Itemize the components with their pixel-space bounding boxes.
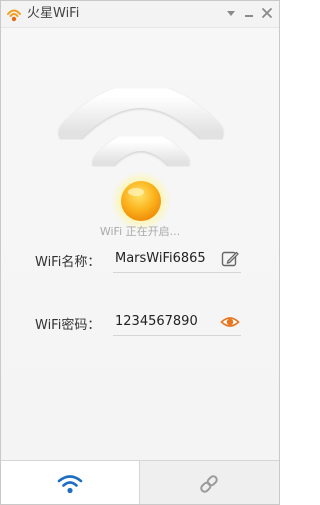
minimize-icon[interactable] (241, 5, 257, 21)
close-icon[interactable] (259, 5, 275, 21)
edit-icon[interactable] (220, 249, 240, 269)
dropdown-icon[interactable] (223, 5, 239, 21)
tab-link[interactable] (140, 461, 279, 504)
mars-wifi-logo-icon (7, 9, 21, 22)
wifi-password-value[interactable]: 1234567890 (115, 314, 198, 329)
wifi-name-underline (113, 272, 241, 273)
main-panel: WiFi 正在开启... WiFi名称： MarsWiFi6865 WiFi密码… (1, 28, 279, 460)
wifi-name-value[interactable]: MarsWiFi6865 (115, 251, 206, 266)
wifi-name-row: WiFi名称： MarsWiFi6865 (31, 247, 241, 273)
wifi-name-label: WiFi名称： (35, 255, 101, 270)
wifi-password-row: WiFi密码： 1234567890 (31, 310, 241, 336)
eye-icon[interactable] (220, 312, 240, 332)
signal-orb (121, 181, 161, 221)
outer-signal-arc (59, 84, 223, 144)
wifi-password-label: WiFi密码： (35, 318, 101, 333)
wifi-icon (57, 475, 83, 494)
status-text: WiFi 正在开启... (99, 225, 181, 238)
link-icon (200, 475, 218, 493)
wifi-password-underline (113, 335, 241, 336)
app-title: 火星WiFi (27, 6, 80, 21)
title-bar[interactable]: 火星WiFi (1, 1, 279, 28)
wifi-signal-graphic (59, 84, 223, 231)
inner-signal-arc (93, 131, 189, 172)
app-window: 火星WiFi WiFi 正在开启... WiFi名称： MarsWiFi6865… (0, 0, 280, 505)
bottom-tab-bar (1, 460, 279, 504)
tab-wifi[interactable] (1, 461, 140, 504)
